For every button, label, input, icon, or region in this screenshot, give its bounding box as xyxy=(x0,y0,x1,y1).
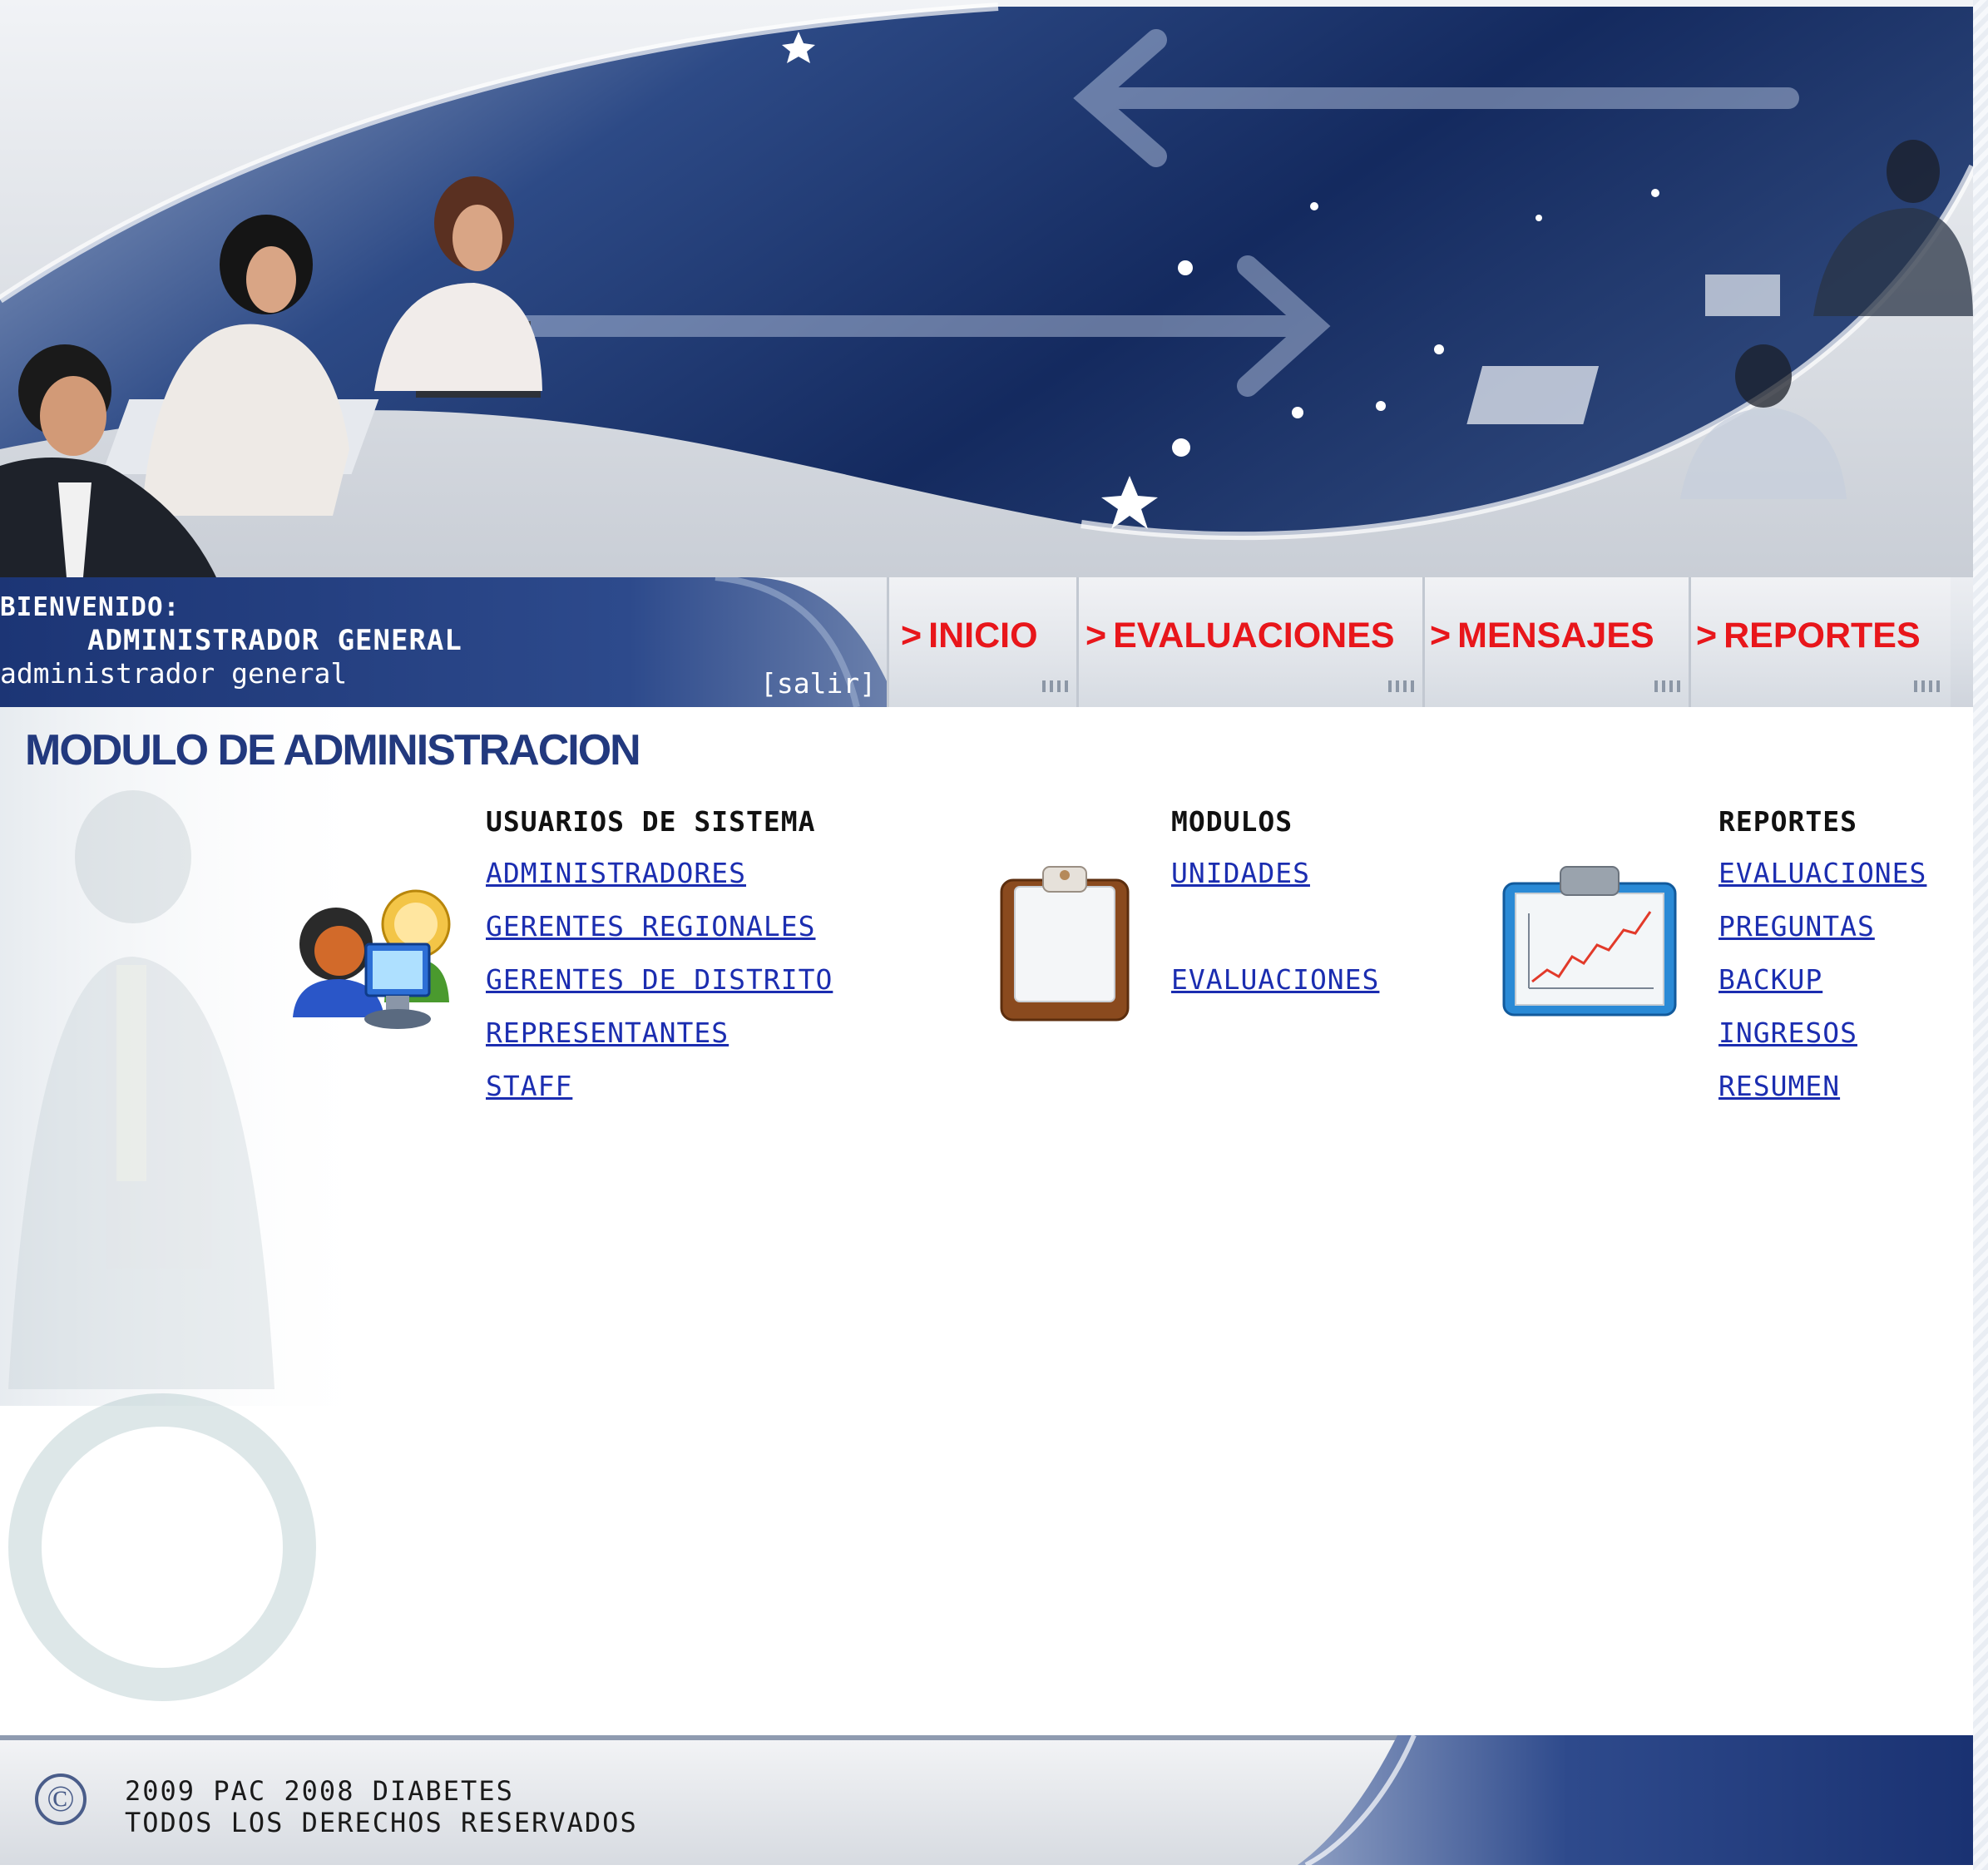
users-computer-icon xyxy=(293,889,451,1029)
list-item: RESUMEN xyxy=(1718,1070,1840,1102)
nav-tab-reportes[interactable]: > REPORTES xyxy=(1689,577,1951,707)
link-modulos-evaluaciones[interactable]: EVALUACIONES xyxy=(1171,963,1379,996)
link-administradores[interactable]: ADMINISTRADORES xyxy=(486,857,746,889)
nav-tab-inicio[interactable]: > INICIO xyxy=(887,577,1079,707)
list-item: EVALUACIONES xyxy=(1171,963,1379,996)
footer-line-1: 2009 PAC 2008 DIABETES xyxy=(125,1775,514,1807)
list-item: UNIDADES xyxy=(1171,857,1310,889)
tab-dots-icon xyxy=(1388,680,1415,692)
link-preguntas[interactable]: PREGUNTAS xyxy=(1718,910,1875,942)
list-item: REPRESENTANTES xyxy=(486,1017,729,1049)
clipboard-icon xyxy=(1000,866,1130,1022)
chevron-right-icon: > xyxy=(1085,616,1107,655)
link-staff[interactable]: STAFF xyxy=(486,1070,572,1102)
link-reportes-evaluaciones[interactable]: EVALUACIONES xyxy=(1718,857,1926,889)
chart-clipboard-icon xyxy=(1502,866,1677,1017)
list-item: ADMINISTRADORES xyxy=(486,857,746,889)
watermark-background xyxy=(0,707,383,1701)
banner-illustration xyxy=(0,0,1973,577)
nav-evaluaciones-text: EVALUACIONES xyxy=(1113,616,1395,655)
chevron-right-icon: > xyxy=(901,616,922,655)
link-gerentes-distrito[interactable]: GERENTES DE DISTRITO xyxy=(486,963,833,996)
welcome-label: BIENVENIDO: xyxy=(0,592,181,622)
link-unidades[interactable]: UNIDADES xyxy=(1171,857,1310,889)
nav-tab-label: > INICIO xyxy=(901,616,1038,656)
nav-tab-evaluaciones[interactable]: > EVALUACIONES xyxy=(1076,577,1425,707)
tab-dots-icon xyxy=(1914,680,1941,692)
chevron-right-icon: > xyxy=(1696,616,1718,655)
link-ingresos[interactable]: INGRESOS xyxy=(1718,1017,1857,1049)
list-item: GERENTES DE DISTRITO xyxy=(486,963,833,996)
nav-mensajes-text: MENSAJES xyxy=(1457,616,1654,655)
list-item: EVALUACIONES xyxy=(1718,857,1926,889)
list-item: GERENTES REGIONALES xyxy=(486,910,816,942)
list-item: INGRESOS xyxy=(1718,1017,1857,1049)
section-heading-usuarios: USUARIOS DE SISTEMA xyxy=(486,805,816,838)
section-heading-reportes: REPORTES xyxy=(1718,805,1857,838)
chevron-right-icon: > xyxy=(1430,616,1451,655)
user-name: administrador general xyxy=(0,657,348,690)
window-edge xyxy=(1973,0,1988,1870)
page-title: MODULO DE ADMINISTRACION xyxy=(25,726,641,774)
nav-reportes-text: REPORTES xyxy=(1723,616,1921,655)
nav-tab-label: > EVALUACIONES xyxy=(1085,616,1395,656)
welcome-panel: BIENVENIDO: ADMINISTRADOR GENERAL admini… xyxy=(0,577,898,707)
link-resumen[interactable]: RESUMEN xyxy=(1718,1070,1840,1102)
page: BIENVENIDO: ADMINISTRADOR GENERAL admini… xyxy=(0,0,1973,1870)
link-representantes[interactable]: REPRESENTANTES xyxy=(486,1017,729,1049)
footer: © 2009 PAC 2008 DIABETES TODOS LOS DEREC… xyxy=(0,1735,1973,1865)
header-banner xyxy=(0,0,1973,577)
user-role: ADMINISTRADOR GENERAL xyxy=(87,624,462,657)
copyright-icon: © xyxy=(35,1774,87,1825)
tab-dots-icon xyxy=(1654,680,1681,692)
nav-bar: BIENVENIDO: ADMINISTRADOR GENERAL admini… xyxy=(0,577,1973,707)
section-heading-modulos: MODULOS xyxy=(1171,805,1293,838)
nav-tab-label: > REPORTES xyxy=(1696,616,1921,656)
tab-dots-icon xyxy=(1042,680,1069,692)
list-item: BACKUP xyxy=(1718,963,1822,996)
link-backup[interactable]: BACKUP xyxy=(1718,963,1822,996)
nav-inicio-text: INICIO xyxy=(928,616,1038,655)
logout-link[interactable]: [salir] xyxy=(760,667,876,700)
main-content: MODULO DE ADMINISTRACION USUARIOS DE SIS… xyxy=(0,707,1973,1735)
link-gerentes-regionales[interactable]: GERENTES REGIONALES xyxy=(486,910,816,942)
list-item: PREGUNTAS xyxy=(1718,910,1875,942)
nav-tab-mensajes[interactable]: > MENSAJES xyxy=(1422,577,1691,707)
nav-tab-label: > MENSAJES xyxy=(1430,616,1654,656)
list-item: STAFF xyxy=(486,1070,572,1102)
footer-line-2: TODOS LOS DERECHOS RESERVADOS xyxy=(125,1807,638,1838)
